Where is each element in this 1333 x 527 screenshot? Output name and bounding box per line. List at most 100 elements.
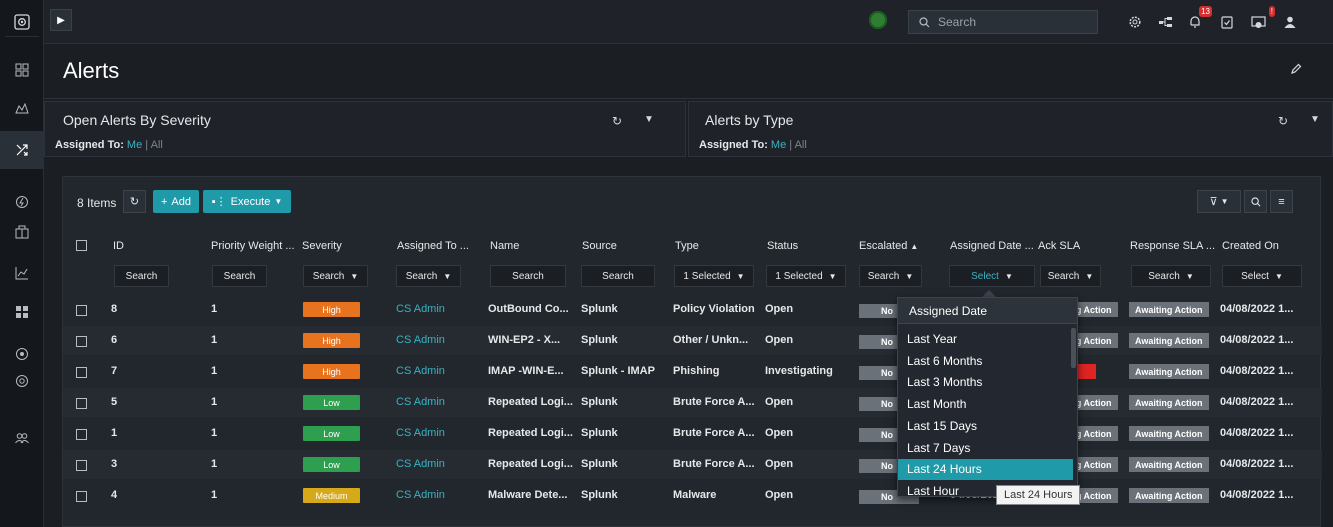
col-header-ack-sla[interactable]: Ack SLA	[1038, 240, 1080, 252]
system-jobs-icon[interactable]: !	[1247, 6, 1275, 33]
dropdown-option[interactable]: Last 6 Months	[898, 351, 1073, 372]
cell-type: Brute Force A...	[673, 396, 755, 408]
filter-ack-sla-select[interactable]: Search ▼	[1040, 265, 1101, 287]
cell-name[interactable]: Malware Dete...	[488, 489, 578, 501]
cell-name[interactable]: OutBound Co...	[488, 303, 578, 315]
assigned-me-link[interactable]: Me	[127, 139, 142, 151]
resources-icon[interactable]	[0, 213, 44, 251]
workflow-icon[interactable]	[1155, 11, 1177, 33]
filter-status-select[interactable]: 1 Selected ▼	[766, 265, 846, 287]
table-row[interactable]: 6 1 High CS Admin WIN-EP2 - X... Splunk Other …	[63, 326, 1322, 355]
add-button[interactable]: + Add	[153, 190, 199, 213]
dropdown-option[interactable]: Last Month	[898, 394, 1073, 415]
global-search-input[interactable]: Search	[908, 10, 1098, 34]
filter-id-input[interactable]: Search	[114, 265, 169, 287]
row-checkbox[interactable]	[76, 367, 87, 378]
table-row[interactable]: 7 1 High CS Admin IMAP -WIN-E... Splunk - IMA…	[63, 357, 1322, 386]
table-row[interactable]: 8 1 High CS Admin OutBound Co... Splunk Policy…	[63, 295, 1322, 324]
status-indicator-icon[interactable]	[869, 11, 887, 29]
cell-name[interactable]: IMAP -WIN-E...	[488, 365, 578, 377]
row-checkbox[interactable]	[76, 460, 87, 471]
cell-name[interactable]: Repeated Logi...	[488, 458, 578, 470]
assigned-all-link[interactable]: All	[795, 139, 807, 151]
table-row[interactable]: 5 1 Low CS Admin Repeated Logi... Splunk Brute…	[63, 388, 1322, 417]
dashboard-icon[interactable]	[0, 51, 44, 89]
cell-assigned-to[interactable]: CS Admin	[396, 396, 445, 408]
col-header-id[interactable]: ID	[113, 240, 124, 252]
row-checkbox[interactable]	[76, 491, 87, 502]
user-profile-icon[interactable]	[1279, 11, 1301, 33]
filter-name-input[interactable]: Search	[490, 265, 566, 287]
grid-refresh-button[interactable]: ↻	[123, 190, 146, 213]
refresh-icon[interactable]: ↻	[1278, 114, 1288, 128]
settings-nav-icon[interactable]	[0, 362, 44, 400]
incidents-icon[interactable]	[0, 89, 44, 127]
select-all-checkbox[interactable]	[76, 240, 87, 251]
col-header-severity[interactable]: Severity	[302, 240, 342, 252]
alerts-nav-icon[interactable]	[0, 131, 44, 169]
col-header-assigned-date[interactable]: Assigned Date ...	[950, 240, 1034, 252]
col-header-name[interactable]: Name	[490, 240, 519, 252]
table-row[interactable]: 4 1 Medium CS Admin Malware Dete... Splunk Mal…	[63, 481, 1322, 510]
filter-priority-input[interactable]: Search	[212, 265, 267, 287]
grid-search-button[interactable]	[1244, 190, 1267, 213]
chevron-down-icon[interactable]: ▼	[644, 114, 654, 125]
filter-escalated-select[interactable]: Search ▼	[859, 265, 922, 287]
filter-created-on-select[interactable]: Select ▼	[1222, 265, 1302, 287]
logo-icon[interactable]	[5, 7, 39, 37]
analytics-icon[interactable]	[0, 254, 44, 292]
users-icon[interactable]	[0, 419, 44, 457]
tasks-icon[interactable]	[1216, 11, 1238, 33]
filter-assigned-select[interactable]: Search ▼	[396, 265, 461, 287]
dropdown-option[interactable]: Last 24 Hours	[898, 459, 1073, 481]
header-divider	[44, 98, 1333, 99]
dropdown-option[interactable]: Last 7 Days	[898, 438, 1073, 459]
col-header-escalated[interactable]: Escalated ▲	[859, 240, 918, 252]
assigned-all-link[interactable]: All	[151, 139, 163, 151]
edit-pencil-icon[interactable]	[1290, 63, 1302, 78]
execute-button[interactable]: ▪⋮ Execute ▼	[203, 190, 291, 213]
col-header-created-on[interactable]: Created On	[1222, 240, 1279, 252]
gear-icon[interactable]	[1124, 11, 1146, 33]
filter-assigned-date-select[interactable]: Select ▼	[949, 265, 1035, 287]
filter-severity-select[interactable]: Search ▼	[303, 265, 368, 287]
cell-name[interactable]: Repeated Logi...	[488, 427, 578, 439]
modules-icon[interactable]	[0, 293, 44, 331]
table-row[interactable]: 1 1 Low CS Admin Repeated Logi... Splunk Brute…	[63, 419, 1322, 448]
filter-source-input[interactable]: Search	[581, 265, 655, 287]
refresh-icon[interactable]: ↻	[612, 114, 622, 128]
dropdown-option[interactable]: Last Year	[898, 329, 1073, 350]
dropdown-option[interactable]: Last 15 Days	[898, 416, 1073, 437]
cell-name[interactable]: Repeated Logi...	[488, 396, 578, 408]
chevron-down-icon[interactable]: ▼	[1310, 114, 1320, 125]
row-checkbox[interactable]	[76, 398, 87, 409]
cell-assigned-to[interactable]: CS Admin	[396, 365, 445, 377]
col-header-response-sla[interactable]: Response SLA ...	[1130, 240, 1215, 252]
dropdown-option[interactable]: Last 3 Months	[898, 372, 1073, 393]
notifications-bell-icon[interactable]: 13	[1184, 6, 1212, 33]
col-header-assigned-to[interactable]: Assigned To ...	[397, 240, 469, 252]
cell-assigned-to[interactable]: CS Admin	[396, 458, 445, 470]
col-header-source[interactable]: Source	[582, 240, 617, 252]
table-row[interactable]: 3 1 Low CS Admin Repeated Logi... Splunk Brute…	[63, 450, 1322, 479]
cell-assigned-to[interactable]: CS Admin	[396, 303, 445, 315]
row-checkbox[interactable]	[76, 305, 87, 316]
col-header-type[interactable]: Type	[675, 240, 699, 252]
filter-type-select[interactable]: 1 Selected ▼	[674, 265, 754, 287]
assigned-me-link[interactable]: Me	[771, 139, 786, 151]
filter-response-sla-select[interactable]: Search ▼	[1131, 265, 1211, 287]
cell-name[interactable]: WIN-EP2 - X...	[488, 334, 578, 346]
cell-assigned-to[interactable]: CS Admin	[396, 334, 445, 346]
cell-created-on: 04/08/2022 1...	[1220, 365, 1294, 377]
row-checkbox[interactable]	[76, 336, 87, 347]
expand-nav-button[interactable]: ▶	[50, 9, 72, 31]
cell-assigned-to[interactable]: CS Admin	[396, 489, 445, 501]
col-header-priority-weight[interactable]: Priority Weight ...	[211, 240, 295, 252]
filter-menu-button[interactable]: ⊽ ▼	[1197, 190, 1241, 213]
cell-source: Splunk	[581, 458, 618, 470]
cell-assigned-to[interactable]: CS Admin	[396, 427, 445, 439]
col-header-status[interactable]: Status	[767, 240, 798, 252]
filter-placeholder: Search	[867, 270, 900, 282]
row-checkbox[interactable]	[76, 429, 87, 440]
column-menu-button[interactable]: ≡	[1270, 190, 1293, 213]
